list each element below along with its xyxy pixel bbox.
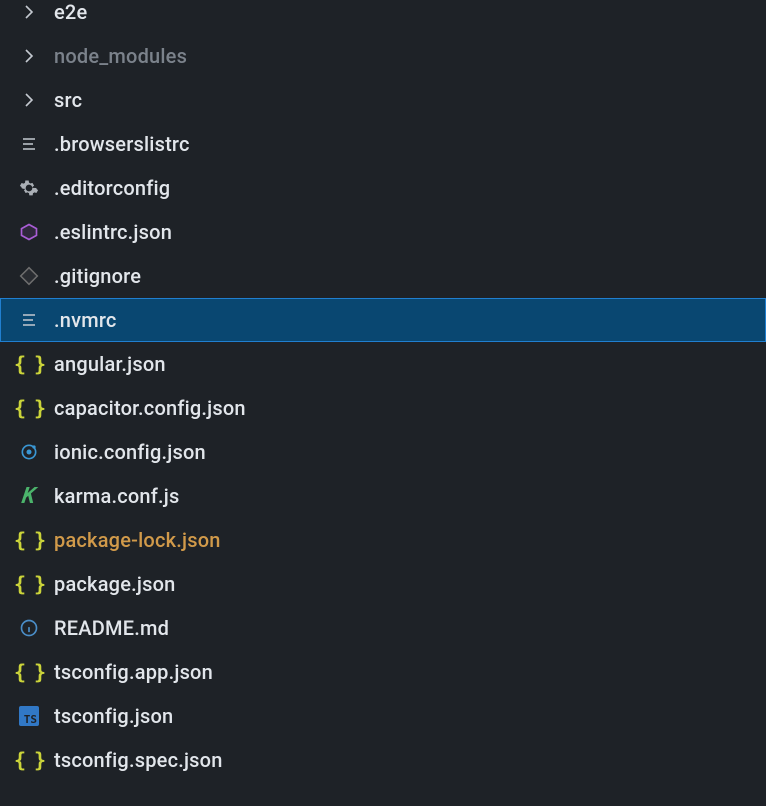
file-explorer: e2e node_modules src .browserslistrc .ed…	[0, 0, 766, 782]
file-editorconfig[interactable]: .editorconfig	[0, 166, 766, 210]
json-icon: { }	[18, 529, 40, 551]
file-tsconfig-app[interactable]: { } tsconfig.app.json	[0, 650, 766, 694]
folder-label: node_modules	[54, 44, 187, 68]
gear-icon	[18, 177, 40, 199]
file-label: .browserslistrc	[54, 132, 190, 156]
file-tsconfig[interactable]: TS tsconfig.json	[0, 694, 766, 738]
file-label: tsconfig.app.json	[54, 660, 213, 684]
file-label: angular.json	[54, 352, 166, 376]
typescript-icon: TS	[18, 705, 40, 727]
chevron-right-icon	[18, 1, 40, 23]
folder-label: src	[54, 88, 82, 112]
file-label: package.json	[54, 572, 175, 596]
karma-icon: K	[16, 485, 41, 507]
file-label: README.md	[54, 616, 169, 640]
folder-e2e[interactable]: e2e	[0, 0, 766, 34]
file-label: ionic.config.json	[54, 440, 206, 464]
git-icon	[18, 265, 40, 287]
file-label: .editorconfig	[54, 176, 170, 200]
ionic-icon	[18, 441, 40, 463]
file-ionic-config[interactable]: ionic.config.json	[0, 430, 766, 474]
chevron-right-icon	[18, 89, 40, 111]
folder-src[interactable]: src	[0, 78, 766, 122]
eslint-icon	[18, 221, 40, 243]
file-package-json[interactable]: { } package.json	[0, 562, 766, 606]
file-label: .gitignore	[54, 264, 141, 288]
file-eslintrc[interactable]: .eslintrc.json	[0, 210, 766, 254]
file-label: .eslintrc.json	[54, 220, 172, 244]
file-label: package-lock.json	[54, 528, 221, 552]
file-label: karma.conf.js	[54, 484, 180, 508]
file-angular-json[interactable]: { } angular.json	[0, 342, 766, 386]
file-browserslistrc[interactable]: .browserslistrc	[0, 122, 766, 166]
file-label: .nvmrc	[54, 308, 117, 332]
file-label: tsconfig.spec.json	[54, 748, 223, 772]
json-icon: { }	[18, 353, 40, 375]
file-readme[interactable]: README.md	[0, 606, 766, 650]
file-nvmrc[interactable]: .nvmrc	[0, 298, 766, 342]
file-karma-conf[interactable]: K karma.conf.js	[0, 474, 766, 518]
text-file-icon	[18, 133, 40, 155]
file-label: tsconfig.json	[54, 704, 173, 728]
file-package-lock[interactable]: { } package-lock.json	[0, 518, 766, 562]
json-icon: { }	[18, 573, 40, 595]
json-icon: { }	[18, 397, 40, 419]
folder-node-modules[interactable]: node_modules	[0, 34, 766, 78]
info-icon	[18, 617, 40, 639]
file-gitignore[interactable]: .gitignore	[0, 254, 766, 298]
folder-label: e2e	[54, 0, 87, 24]
json-icon: { }	[18, 749, 40, 771]
file-label: capacitor.config.json	[54, 396, 246, 420]
json-icon: { }	[18, 661, 40, 683]
file-capacitor-config[interactable]: { } capacitor.config.json	[0, 386, 766, 430]
text-file-icon	[18, 309, 40, 331]
chevron-right-icon	[18, 45, 40, 67]
file-tsconfig-spec[interactable]: { } tsconfig.spec.json	[0, 738, 766, 782]
